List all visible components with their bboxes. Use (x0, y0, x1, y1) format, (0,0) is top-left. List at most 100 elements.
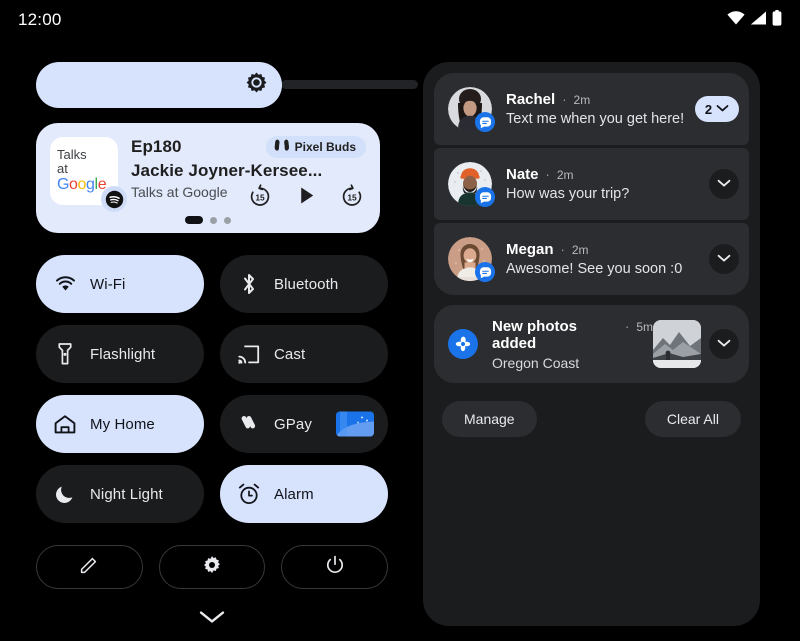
notification-body: Rachel · 2m Text me when you get here! (506, 91, 695, 127)
notification-separator: · (562, 92, 567, 107)
notification-header: Megan · 2m (506, 241, 709, 258)
notification-message: Awesome! See you soon :0 (506, 261, 683, 277)
notification-body: Megan · 2m Awesome! See you soon :0 (506, 241, 709, 277)
gpay-card-thumbnail (336, 411, 374, 437)
cast-icon (238, 343, 260, 365)
photos-title: New photos added (492, 317, 577, 352)
svg-text:15: 15 (347, 192, 357, 202)
page-dot[interactable] (210, 216, 217, 224)
tile-bluetooth[interactable]: Bluetooth (220, 255, 388, 313)
tile-night-light[interactable]: Night Light (36, 465, 204, 523)
forward-15-button[interactable]: 15 (340, 183, 364, 207)
notification-message: Text me when you get here! (506, 111, 685, 127)
chevron-down-icon (717, 250, 731, 268)
media-page-dots (36, 216, 380, 224)
media-output-label: Pixel Buds (294, 140, 356, 154)
tile-label: My Home (90, 415, 155, 433)
tile-label: Night Light (90, 485, 163, 503)
tile-alarm[interactable]: Alarm (220, 465, 388, 523)
status-bar: 12:00 (0, 0, 800, 40)
notification-message: How was your trip? (506, 186, 630, 202)
notification-body: Nate · 2m How was your trip? (506, 166, 709, 202)
page-dot[interactable] (224, 216, 231, 224)
replay-15-button[interactable]: 15 (248, 183, 272, 207)
tile-gpay[interactable]: GPay (220, 395, 388, 453)
album-art-wrapper: Talks at Google (50, 137, 127, 212)
pencil-icon (79, 555, 99, 580)
pull-handle[interactable] (36, 609, 388, 630)
signal-icon (750, 11, 767, 30)
expand-button[interactable] (709, 169, 739, 199)
gear-icon (202, 555, 222, 580)
moon-icon (54, 483, 76, 505)
earbuds-icon (274, 138, 290, 156)
expand-button[interactable] (709, 244, 739, 274)
notification-separator: · (545, 167, 550, 182)
brightness-track-active[interactable] (36, 62, 282, 108)
bluetooth-icon (238, 273, 260, 295)
power-button[interactable] (281, 545, 389, 589)
notification-megan[interactable]: Megan · 2m Awesome! See you soon :0 (434, 223, 749, 295)
photos-separator: · (624, 318, 630, 334)
chevron-down-icon (717, 335, 731, 353)
notification-sender: Rachel (506, 91, 556, 108)
notification-photos[interactable]: New photos added · 5m Oregon Coast (434, 305, 749, 383)
photos-icon (448, 329, 478, 359)
status-icon-group (727, 9, 782, 31)
wifi-icon (727, 10, 745, 30)
notification-panel: Rachel · 2m Text me when you get here! 2 (423, 62, 760, 626)
status-clock: 12:00 (18, 10, 62, 29)
tile-label: Bluetooth (274, 275, 339, 293)
notification-nate[interactable]: Nate · 2m How was your trip? (434, 148, 749, 220)
footer-button-row (36, 545, 389, 589)
gpay-icon (238, 413, 260, 435)
brightness-icon (245, 71, 268, 99)
tile-label: GPay (274, 415, 312, 433)
notification-sender: Nate (506, 166, 539, 183)
tile-cast[interactable]: Cast (220, 325, 388, 383)
tile-label: Cast (274, 345, 306, 363)
notification-rachel[interactable]: Rachel · 2m Text me when you get here! 2 (434, 73, 749, 145)
tile-flashlight[interactable]: Flashlight (36, 325, 204, 383)
messages-icon (475, 262, 495, 282)
tile-label: Flashlight (90, 345, 156, 363)
chevron-down-icon (716, 100, 729, 118)
notification-time: 2m (571, 243, 589, 257)
photos-subtitle: Oregon Coast (492, 354, 580, 371)
tile-wifi[interactable]: Wi-Fi (36, 255, 204, 313)
notification-sender: Megan (506, 241, 554, 258)
avatar-wrapper (448, 237, 495, 282)
media-title: Jackie Joyner-Kersee... (131, 161, 323, 180)
flashlight-icon (54, 343, 76, 365)
avatar-wrapper (448, 87, 495, 132)
clear-all-button[interactable]: Clear All (644, 401, 741, 437)
media-player-card[interactable]: Talks at Google Ep180 Jackie Joyner-Kers… (36, 123, 380, 233)
manage-button[interactable]: Manage (442, 401, 537, 437)
expand-button[interactable] (709, 329, 739, 359)
tile-my-home[interactable]: My Home (36, 395, 204, 453)
media-output-chip[interactable]: Pixel Buds (265, 136, 366, 158)
spotify-icon (101, 186, 127, 212)
notification-time: 2m (573, 93, 591, 107)
album-art-line-2: at (57, 161, 68, 177)
page-dot-active[interactable] (185, 216, 203, 224)
photos-time: 5m (636, 319, 653, 334)
notification-action-row: Manage Clear All (434, 401, 749, 437)
brightness-track-inactive (281, 80, 418, 89)
notification-header: Rachel · 2m (506, 91, 695, 108)
tile-grid: Wi-Fi Bluetooth Flashlight Cast My Home … (36, 255, 388, 523)
settings-button[interactable] (158, 545, 266, 589)
notification-count-chip[interactable]: 2 (695, 96, 739, 122)
power-icon (325, 555, 345, 580)
notification-time: 2m (556, 168, 574, 182)
edit-tiles-button[interactable] (36, 545, 143, 589)
quick-settings-screen: 12:00 Talks at Google Ep180 Jackie Joyne… (0, 0, 800, 641)
brightness-slider[interactable] (36, 62, 418, 108)
messages-icon (475, 187, 495, 207)
svg-text:15: 15 (255, 192, 265, 202)
tile-label: Alarm (274, 485, 314, 503)
home-icon (54, 413, 76, 435)
album-art-line-1: Talks (57, 147, 87, 163)
notification-count: 2 (704, 101, 713, 117)
play-button[interactable] (294, 183, 318, 207)
